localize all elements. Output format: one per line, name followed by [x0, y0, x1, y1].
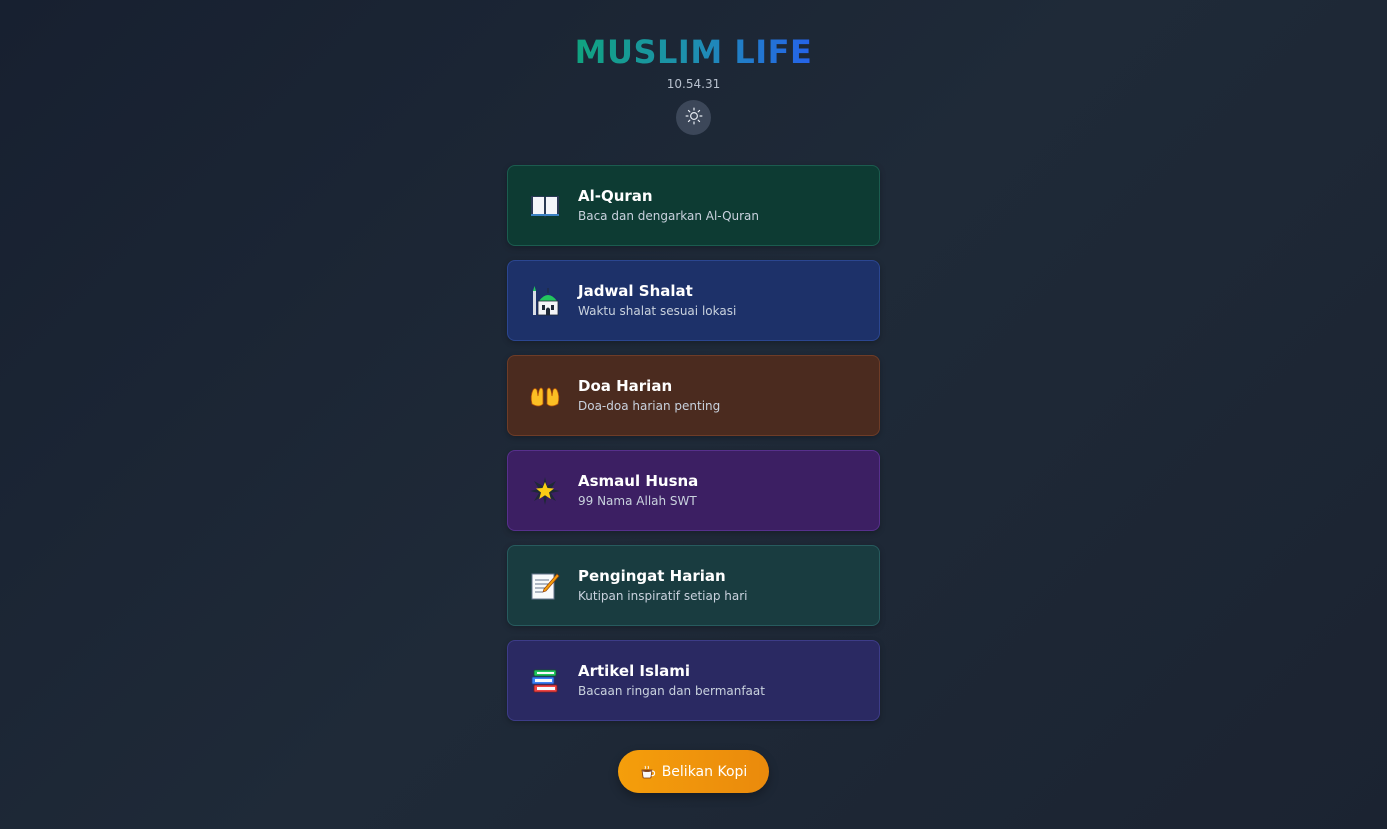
menu-card-desc: Kutipan inspiratif setiap hari [578, 589, 748, 603]
buy-coffee-label: Belikan Kopi [661, 763, 748, 780]
menu-card-desc: Doa-doa harian penting [578, 399, 721, 413]
menu-card-label: Doa Harian [578, 377, 673, 395]
buy-coffee-button[interactable]: Belikan Kopi [618, 750, 769, 793]
menu-card-artikel-islami[interactable]: Artikel Islami Bacaan ringan dan bermanf… [507, 640, 880, 721]
menu-card-desc: 99 Nama Allah SWT [578, 494, 697, 508]
clock-display: 10.54.31 [666, 77, 721, 91]
app-header: MUSLIM LIFE 10.54.31 [0, 32, 1387, 92]
menu-card-desc: Baca dan dengarkan Al-Quran [578, 209, 760, 223]
memo-icon [528, 569, 562, 603]
sun-icon [685, 107, 703, 129]
coffee-icon [640, 764, 656, 780]
menu-card-label: Al-Quran [578, 187, 653, 205]
menu-card-label: Pengingat Harian [578, 567, 726, 585]
menu-card-label: Asmaul Husna [578, 472, 699, 490]
menu-card-al-quran[interactable]: Al-Quran Baca dan dengarkan Al-Quran [507, 165, 880, 246]
book-icon [528, 189, 562, 223]
books-icon [528, 664, 562, 698]
menu-card-doa-harian[interactable]: Doa Harian Doa-doa harian penting [507, 355, 880, 436]
menu-card-label: Artikel Islami [578, 662, 690, 680]
menu-card-desc: Waktu shalat sesuai lokasi [578, 304, 737, 318]
app-title: MUSLIM LIFE [574, 33, 813, 71]
menu-card-jadwal-shalat[interactable]: Jadwal Shalat Waktu shalat sesuai lokasi [507, 260, 880, 341]
menu-card-asmaul-husna[interactable]: Asmaul Husna 99 Nama Allah SWT [507, 450, 880, 531]
menu-card-desc: Bacaan ringan dan bermanfaat [578, 684, 765, 698]
praying-hands-icon [528, 379, 562, 413]
star-icon [528, 474, 562, 508]
mosque-icon [528, 284, 562, 318]
theme-toggle-button[interactable] [676, 100, 711, 135]
menu-card-pengingat-harian[interactable]: Pengingat Harian Kutipan inspiratif seti… [507, 545, 880, 626]
menu-list: Al-Quran Baca dan dengarkan Al-Quran Jad… [507, 165, 880, 735]
menu-card-label: Jadwal Shalat [578, 282, 693, 300]
